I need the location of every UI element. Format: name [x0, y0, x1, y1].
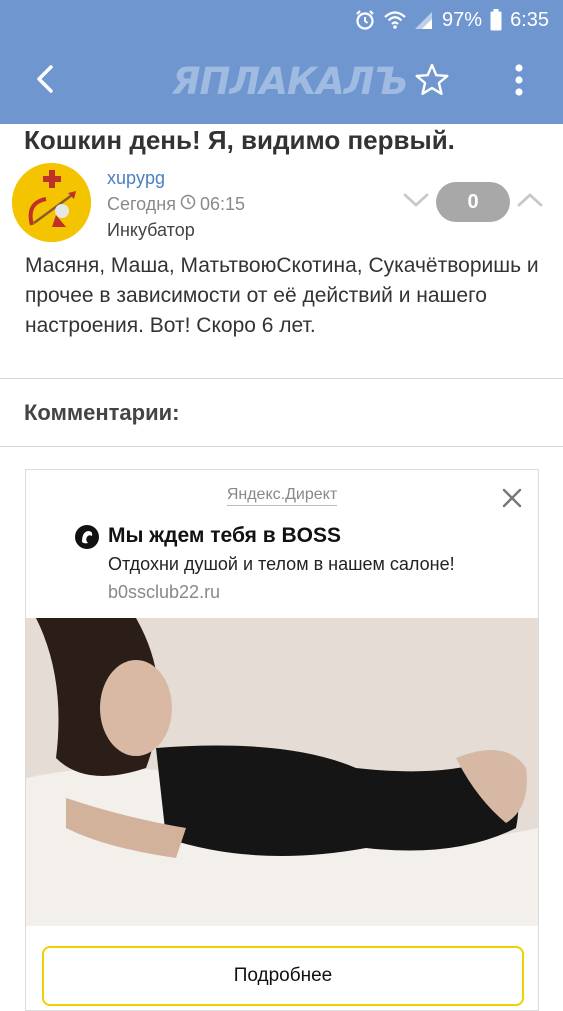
wifi-icon [384, 10, 406, 30]
ad-title[interactable]: Мы ждем тебя в BOSS [108, 524, 341, 548]
clock-time: 6:35 [510, 8, 549, 31]
ad-block[interactable]: Яндекс.Директ Мы ждем тебя в BOSS Отдохн… [25, 469, 539, 1011]
ad-description: Отдохни душой и телом в нашем салоне! [108, 554, 455, 574]
app-bar: ЯПЛАКАЛЪ [0, 48, 563, 118]
vote-widget: 0 [400, 182, 546, 222]
ad-more-button[interactable]: Подробнее [42, 946, 524, 1006]
top-bar: 97% 6:35 ЯПЛАКАЛЪ [0, 0, 563, 124]
back-arrow-icon [34, 64, 56, 99]
ad-domain[interactable]: b0ssclub22.ru [108, 582, 220, 603]
rating-badge: 0 [436, 182, 510, 222]
chevron-down-icon [403, 192, 429, 213]
close-icon [500, 488, 524, 514]
alarm-icon [354, 9, 376, 31]
battery-icon [490, 9, 502, 31]
chevron-up-icon [517, 192, 543, 213]
avatar-image [12, 163, 91, 242]
clock-icon [180, 194, 196, 215]
post-title: Кошкин день! Я, видимо первый. [24, 125, 455, 155]
battery-percent: 97% [442, 8, 483, 31]
time-prefix: Сегодня [107, 194, 176, 214]
ad-close-button[interactable] [500, 486, 524, 510]
favorite-button[interactable] [410, 60, 454, 104]
author-name[interactable]: xupypg [107, 168, 165, 189]
more-vert-icon [514, 62, 524, 103]
ad-image[interactable] [26, 618, 538, 926]
more-options-button[interactable] [502, 60, 536, 104]
divider [0, 378, 563, 379]
comments-heading: Комментарии: [24, 400, 180, 425]
site-logo[interactable]: ЯПЛАКАЛЪ [172, 60, 408, 104]
status-bar: 97% 6:35 [354, 6, 549, 34]
post-time: Сегодня 06:15 [107, 194, 245, 215]
divider [0, 446, 563, 447]
post-category[interactable]: Инкубатор [107, 220, 195, 241]
ad-source[interactable]: Яндекс.Директ [26, 486, 538, 506]
vote-down-button[interactable] [400, 182, 432, 222]
advertiser-logo-icon [74, 524, 100, 550]
avatar[interactable] [12, 163, 91, 242]
back-button[interactable] [22, 58, 68, 104]
post-body: Масяня, Маша, МатьтвоюСкотина, Сукачётво… [25, 254, 539, 337]
signal-icon [414, 10, 434, 30]
vote-up-button[interactable] [514, 182, 546, 222]
time-value: 06:15 [200, 194, 246, 214]
star-icon [414, 62, 450, 103]
